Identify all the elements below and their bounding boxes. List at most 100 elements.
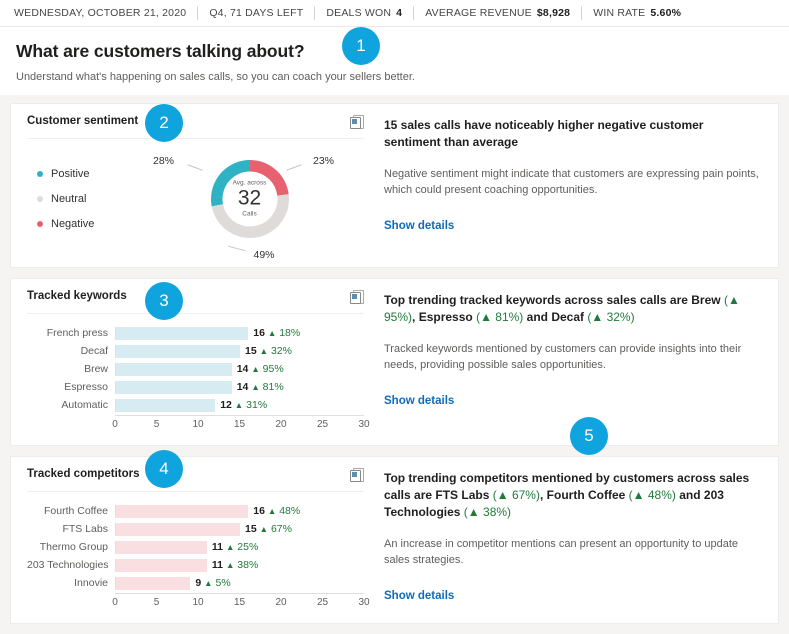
bar-value-label: 15 ▲ 32% [240,345,292,357]
legend-item-positive: Positive [37,162,135,187]
insight-keyword: Decaf [551,310,585,325]
bar-track: 14 ▲ 81% [115,380,364,394]
bar-category-label: Espresso [64,381,108,393]
bar-category-label: Fourth Coffee [43,505,108,517]
axis-line: 0 5 10 15 20 25 30 [112,593,370,611]
bar-delta: ▲ 18% [267,327,301,339]
status-item-date: WEDNESDAY, OCTOBER 21, 2020 [14,6,199,20]
bar-delta: ▲ 31% [234,399,268,411]
bar-track: 16 ▲ 18% [115,326,364,340]
status-value: 4 [396,7,403,19]
callout-badge-3: 3 [145,282,183,320]
axis-tick-label: 25 [316,597,329,608]
insight-title: 15 sales calls have noticeably higher ne… [384,118,704,150]
bar-fill[interactable] [116,558,207,572]
card-header: Tracked competitors [27,468,364,492]
bar-track: 15 ▲ 67% [115,522,364,536]
bar-track: 12 ▲ 31% [115,398,364,412]
axis-tick-label: 5 [153,597,160,608]
trend-up-icon: ▲ [727,293,740,307]
bar-fill[interactable] [116,326,249,340]
bar-fill[interactable] [116,540,207,554]
donut-unit: Calls [242,210,257,218]
bar-fill[interactable] [116,380,232,394]
bar-count: 11 [211,559,224,571]
bar-row: Espresso 14 ▲ 81% [27,379,364,395]
bar-fill[interactable] [116,344,240,358]
copy-icon[interactable] [350,468,364,482]
bar-delta: ▲ 32% [259,345,292,357]
x-axis: 0 5 10 15 20 25 30 [27,593,370,611]
bar-count: 16 [253,327,265,339]
keywords-bar-chart: French press 16 ▲ 18% Decaf 15 ▲ 32% Brew 14 … [27,314,370,433]
trend-up-icon: ▲ [225,560,235,570]
bar-value-label: 16 ▲ 18% [248,327,300,339]
trend-up-icon: ▲ [204,578,213,588]
axis-tick-label: 30 [358,597,370,608]
trend-up-icon: ▲ [267,506,277,516]
trend-up-icon: ▲ [225,542,235,552]
bar-value-label: 15 ▲ 67% [240,523,292,535]
bar-row: French press 16 ▲ 18% [27,325,364,341]
page-subtitle: Understand what's happening on sales cal… [16,71,415,83]
axis-tick-label: 0 [112,419,118,430]
bar-category-label: French press [46,327,108,339]
copy-icon[interactable] [350,115,364,129]
axis-tick-label: 5 [153,419,160,430]
bar-row: Decaf 15 ▲ 32% [27,343,364,359]
status-value: 5.60% [650,7,682,19]
bar-row: Brew 14 ▲ 95% [27,361,364,377]
bar-count: 15 [245,523,257,535]
show-details-link[interactable]: Show details [384,395,454,407]
copy-icon[interactable] [350,290,364,304]
callout-badge-5: 5 [570,417,608,455]
show-details-link[interactable]: Show details [384,220,454,232]
bar-track: 15 ▲ 32% [115,344,364,358]
bar-count: 16 [253,505,265,517]
bar-fill[interactable] [116,576,191,590]
sentiment-legend: Positive Neutral Negative [27,162,135,237]
bar-category-label: Decaf [80,345,108,357]
status-item-win-rate: WIN RATE 5.60% [582,6,692,20]
status-item-deals-won: DEALS WON 4 [315,6,415,20]
bar-fill[interactable] [116,522,240,536]
bar-fill[interactable] [116,504,249,518]
insight-body: Tracked keywords mentioned by customers … [384,343,742,371]
card-header: Customer sentiment [27,115,364,139]
bar-fill[interactable] [116,398,216,412]
legend-label: Neutral [51,193,87,205]
bar-row: Thermo Group 11 ▲ 25% [27,539,364,555]
keywords-chart-panel: Tracked keywords French press 16 ▲ 18% Dec… [11,279,378,445]
bar-category-label: FTS Labs [62,523,108,535]
donut-leader-bottom [227,245,246,252]
status-bar: WEDNESDAY, OCTOBER 21, 2020 Q4, 71 DAYS … [0,0,789,27]
bar-fill[interactable] [116,362,232,376]
axis-tick-label: 15 [233,419,246,430]
trend-up-value: (▲ 81%) [476,310,524,325]
card-title: Tracked keywords [27,290,127,302]
show-details-link[interactable]: Show details [384,590,454,602]
status-label: DEALS WON [326,7,392,19]
bar-count: 14 [236,363,249,375]
bar-value-label: 14 ▲ 95% [232,363,284,375]
copy-icon-chip [352,119,357,124]
bar-track: 11 ▲ 25% [115,540,364,554]
copy-icon-chip [352,294,357,299]
bar-row: FTS Labs 15 ▲ 67% [27,521,364,537]
sentiment-chart-panel: Customer sentiment Positive Neutral Nega… [11,104,378,267]
customer-sentiment-card: Customer sentiment Positive Neutral Nega… [10,103,779,268]
axis-tick-label: 20 [275,597,287,608]
legend-dot-positive [37,171,43,177]
status-item-average-revenue: AVERAGE REVENUE $8,928 [414,6,583,20]
trend-up-value: (▲ 38%) [463,505,512,520]
bar-row: Fourth Coffee 16 ▲ 48% [27,503,364,519]
bar-track: 11 ▲ 38% [115,558,364,572]
trend-up-icon: ▲ [234,400,244,410]
legend-dot-neutral [37,196,43,202]
donut-leader-right [286,164,302,171]
axis-tick-label: 10 [192,419,204,430]
axis-tick-label: 15 [233,597,246,608]
trend-up-value: (▲ 67%) [492,488,540,503]
trend-up-value: (▲ 32%) [587,310,635,325]
donut-label-neutral: 49% [253,249,275,261]
